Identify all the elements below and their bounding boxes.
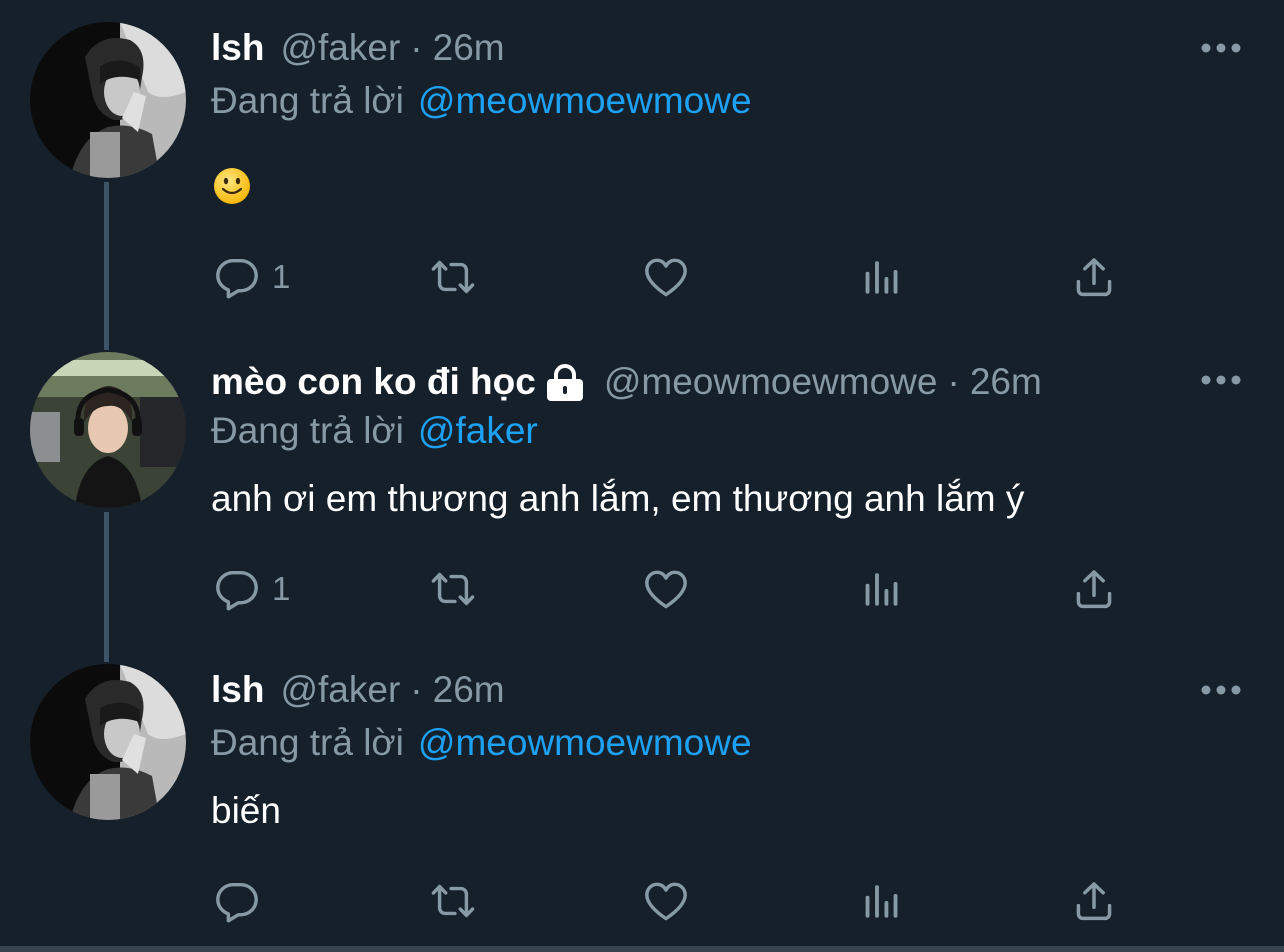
reply-icon bbox=[214, 566, 260, 612]
display-name[interactable]: lsh bbox=[211, 27, 264, 69]
separator-dot: · bbox=[410, 27, 423, 68]
avatar[interactable] bbox=[30, 352, 186, 508]
reply-count: 1 bbox=[272, 570, 291, 607]
replying-label: Đang trả lời bbox=[211, 410, 404, 451]
like-button[interactable] bbox=[642, 252, 690, 302]
timestamp[interactable]: 26m bbox=[970, 361, 1042, 403]
replying-label: Đang trả lời bbox=[211, 80, 404, 121]
display-name[interactable]: mèo con ko đi học bbox=[211, 361, 536, 403]
avatar-image bbox=[30, 352, 186, 508]
analytics-icon bbox=[860, 256, 902, 298]
retweet-button[interactable] bbox=[426, 252, 480, 302]
display-name[interactable]: lsh bbox=[211, 669, 264, 711]
timestamp[interactable]: 26m bbox=[433, 669, 505, 711]
lock-icon bbox=[546, 363, 583, 401]
share-button[interactable] bbox=[1072, 252, 1116, 302]
replying-to: Đang trả lời @meowmoewmowe bbox=[211, 718, 752, 768]
analytics-icon bbox=[860, 568, 902, 610]
separator-dot: · bbox=[410, 669, 423, 710]
analytics-button[interactable] bbox=[860, 564, 902, 614]
slightly-smiling-face-icon bbox=[214, 168, 250, 204]
avatar[interactable] bbox=[30, 22, 186, 178]
timestamp[interactable]: 26m bbox=[433, 27, 505, 69]
like-icon bbox=[642, 566, 690, 612]
reply-button[interactable]: 1 bbox=[214, 252, 290, 302]
avatar-image bbox=[30, 664, 186, 820]
share-icon bbox=[1072, 567, 1116, 611]
mention-link[interactable]: @faker bbox=[418, 410, 538, 452]
retweet-button[interactable] bbox=[426, 876, 480, 926]
tweet-text: biến bbox=[211, 790, 281, 831]
reply-icon bbox=[214, 878, 260, 924]
like-button[interactable] bbox=[642, 564, 690, 614]
share-button[interactable] bbox=[1072, 564, 1116, 614]
retweet-icon bbox=[426, 878, 480, 924]
mention-link[interactable]: @meowmoewmowe bbox=[418, 80, 752, 122]
tweet-actions: 1 bbox=[0, 252, 1284, 302]
analytics-button[interactable] bbox=[860, 876, 902, 926]
mention-link[interactable]: @meowmoewmowe bbox=[418, 722, 752, 764]
retweet-button[interactable] bbox=[426, 564, 480, 614]
avatar[interactable] bbox=[30, 664, 186, 820]
reply-icon bbox=[214, 254, 260, 300]
retweet-icon bbox=[426, 254, 480, 300]
share-icon bbox=[1072, 255, 1116, 299]
share-button[interactable] bbox=[1072, 876, 1116, 926]
more-options-icon[interactable] bbox=[1200, 374, 1242, 386]
analytics-button[interactable] bbox=[860, 252, 902, 302]
reply-button[interactable] bbox=[214, 876, 260, 926]
share-icon bbox=[1072, 879, 1116, 923]
like-icon bbox=[642, 878, 690, 924]
retweet-icon bbox=[426, 566, 480, 612]
user-handle[interactable]: @meowmoewmowe bbox=[604, 361, 938, 403]
tweet-header: lsh @faker · 26m bbox=[211, 22, 505, 74]
reply-button[interactable]: 1 bbox=[214, 564, 290, 614]
tweet-header: mèo con ko đi học @meowmoewmowe · 26m bbox=[211, 356, 1042, 408]
more-options-icon[interactable] bbox=[1200, 42, 1242, 54]
tweet[interactable]: mèo con ko đi học @meowmoewmowe · 26m Đa… bbox=[0, 340, 1284, 660]
divider bbox=[0, 946, 1284, 952]
reply-count: 1 bbox=[272, 258, 291, 295]
replying-to: Đang trả lời @meowmoewmowe bbox=[211, 76, 752, 126]
tweet-header: lsh @faker · 26m bbox=[211, 664, 505, 716]
analytics-icon bbox=[860, 880, 902, 922]
user-handle[interactable]: @faker bbox=[280, 27, 400, 69]
separator-dot: · bbox=[947, 361, 960, 402]
replying-label: Đang trả lời bbox=[211, 722, 404, 763]
replying-to: Đang trả lời @faker bbox=[211, 406, 538, 456]
more-options-icon[interactable] bbox=[1200, 684, 1242, 696]
like-button[interactable] bbox=[642, 876, 690, 926]
tweet-actions bbox=[0, 876, 1284, 926]
avatar-image bbox=[30, 22, 186, 178]
tweet[interactable]: lsh @faker · 26m Đang trả lời @meowmoewm… bbox=[0, 0, 1284, 330]
tweet-actions: 1 bbox=[0, 564, 1284, 614]
user-handle[interactable]: @faker bbox=[280, 669, 400, 711]
tweet[interactable]: lsh @faker · 26m Đang trả lời @meowmoewm… bbox=[0, 660, 1284, 946]
tweet-text: anh ơi em thương anh lắm, em thương anh … bbox=[211, 478, 1025, 519]
like-icon bbox=[642, 254, 690, 300]
